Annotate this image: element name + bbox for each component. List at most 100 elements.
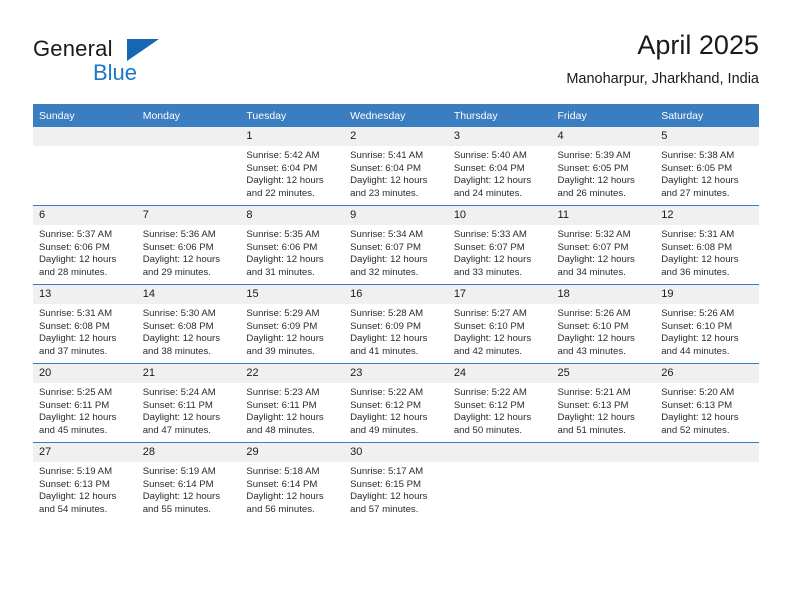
location-subtitle: Manoharpur, Jharkhand, India bbox=[566, 71, 759, 87]
day-number: 4 bbox=[551, 127, 656, 146]
day-details: Sunrise: 5:35 AM Sunset: 6:06 PM Dayligh… bbox=[240, 225, 344, 279]
daylight-text-line2: and 55 minutes. bbox=[142, 503, 211, 515]
sunrise-text: Sunrise: 5:27 AM bbox=[453, 308, 527, 319]
daylight-text-line1: Daylight: 12 hours bbox=[246, 175, 324, 187]
day-cell[interactable]: 3 Sunrise: 5:40 AM Sunset: 6:04 PM Dayli… bbox=[447, 127, 552, 206]
day-number bbox=[447, 443, 552, 462]
day-cell[interactable]: 22 Sunrise: 5:23 AM Sunset: 6:11 PM Dayl… bbox=[240, 363, 345, 443]
day-cell[interactable]: 5 Sunrise: 5:38 AM Sunset: 6:05 PM Dayli… bbox=[655, 127, 759, 206]
day-cell[interactable]: 28 Sunrise: 5:19 AM Sunset: 6:14 PM Dayl… bbox=[136, 442, 241, 521]
sunrise-text: Sunrise: 5:38 AM bbox=[661, 150, 735, 161]
day-details: Sunrise: 5:39 AM Sunset: 6:05 PM Dayligh… bbox=[552, 146, 656, 200]
general-blue-logo[interactable]: General Blue bbox=[33, 36, 263, 92]
day-cell[interactable]: 11 Sunrise: 5:32 AM Sunset: 6:07 PM Dayl… bbox=[551, 205, 656, 285]
sunset-text: Sunset: 6:04 PM bbox=[453, 162, 525, 174]
day-cell[interactable]: 20 Sunrise: 5:25 AM Sunset: 6:11 PM Dayl… bbox=[33, 363, 137, 443]
day-cell[interactable]: 1 Sunrise: 5:42 AM Sunset: 6:04 PM Dayli… bbox=[240, 127, 345, 206]
day-cell[interactable]: 23 Sunrise: 5:22 AM Sunset: 6:12 PM Dayl… bbox=[344, 363, 448, 443]
daylight-text-line2: and 38 minutes. bbox=[142, 345, 211, 357]
day-cell[interactable]: 6 Sunrise: 5:37 AM Sunset: 6:06 PM Dayli… bbox=[33, 205, 137, 285]
sunrise-text: Sunrise: 5:24 AM bbox=[142, 387, 216, 398]
day-cell[interactable]: 15 Sunrise: 5:29 AM Sunset: 6:09 PM Dayl… bbox=[240, 284, 345, 364]
day-details: Sunrise: 5:40 AM Sunset: 6:04 PM Dayligh… bbox=[448, 146, 552, 200]
day-cell[interactable]: 19 Sunrise: 5:26 AM Sunset: 6:10 PM Dayl… bbox=[655, 284, 759, 364]
sunrise-text: Sunrise: 5:22 AM bbox=[350, 387, 424, 398]
daylight-text-line1: Daylight: 12 hours bbox=[557, 412, 635, 424]
sunrise-text: Sunrise: 5:41 AM bbox=[350, 150, 424, 161]
day-cell[interactable]: 9 Sunrise: 5:34 AM Sunset: 6:07 PM Dayli… bbox=[344, 205, 448, 285]
day-cell[interactable]: 30 Sunrise: 5:17 AM Sunset: 6:15 PM Dayl… bbox=[344, 442, 448, 521]
day-cell[interactable]: 13 Sunrise: 5:31 AM Sunset: 6:08 PM Dayl… bbox=[33, 284, 137, 364]
daylight-text-line2: and 23 minutes. bbox=[350, 187, 419, 199]
day-details: Sunrise: 5:29 AM Sunset: 6:09 PM Dayligh… bbox=[240, 304, 344, 358]
day-cell[interactable]: 8 Sunrise: 5:35 AM Sunset: 6:06 PM Dayli… bbox=[240, 205, 345, 285]
sunrise-text: Sunrise: 5:23 AM bbox=[246, 387, 320, 398]
day-cell[interactable]: 24 Sunrise: 5:22 AM Sunset: 6:12 PM Dayl… bbox=[447, 363, 552, 443]
day-number: 5 bbox=[655, 127, 759, 146]
weekday-header-friday: Friday bbox=[551, 104, 656, 127]
sunrise-text: Sunrise: 5:19 AM bbox=[39, 466, 113, 477]
day-details: Sunrise: 5:18 AM Sunset: 6:14 PM Dayligh… bbox=[240, 462, 344, 516]
day-cell[interactable]: 12 Sunrise: 5:31 AM Sunset: 6:08 PM Dayl… bbox=[655, 205, 759, 285]
sunset-text: Sunset: 6:07 PM bbox=[350, 241, 422, 253]
daylight-text-line1: Daylight: 12 hours bbox=[661, 175, 739, 187]
triangle-icon bbox=[127, 39, 159, 61]
logo-text-blue: Blue bbox=[93, 60, 138, 85]
sunset-text: Sunset: 6:09 PM bbox=[246, 320, 318, 332]
day-cell[interactable]: 17 Sunrise: 5:27 AM Sunset: 6:10 PM Dayl… bbox=[447, 284, 552, 364]
day-number: 28 bbox=[136, 443, 241, 462]
day-cell[interactable]: 10 Sunrise: 5:33 AM Sunset: 6:07 PM Dayl… bbox=[447, 205, 552, 285]
daylight-text-line2: and 29 minutes. bbox=[142, 266, 211, 278]
day-details: Sunrise: 5:25 AM Sunset: 6:11 PM Dayligh… bbox=[33, 383, 137, 437]
daylight-text-line2: and 34 minutes. bbox=[557, 266, 626, 278]
daylight-text-line2: and 56 minutes. bbox=[246, 503, 315, 515]
calendar-week-row: 1 Sunrise: 5:42 AM Sunset: 6:04 PM Dayli… bbox=[33, 127, 759, 206]
day-cell[interactable]: 7 Sunrise: 5:36 AM Sunset: 6:06 PM Dayli… bbox=[136, 205, 241, 285]
day-number: 6 bbox=[33, 206, 137, 225]
sunset-text: Sunset: 6:08 PM bbox=[39, 320, 110, 332]
day-cell[interactable]: 2 Sunrise: 5:41 AM Sunset: 6:04 PM Dayli… bbox=[344, 127, 448, 206]
day-cell bbox=[33, 127, 137, 206]
daylight-text-line1: Daylight: 12 hours bbox=[39, 412, 117, 424]
weekday-header-row: Sunday Monday Tuesday Wednesday Thursday… bbox=[33, 104, 759, 127]
day-cell[interactable]: 29 Sunrise: 5:18 AM Sunset: 6:14 PM Dayl… bbox=[240, 442, 345, 521]
day-number: 2 bbox=[344, 127, 448, 146]
day-cell[interactable]: 14 Sunrise: 5:30 AM Sunset: 6:08 PM Dayl… bbox=[136, 284, 241, 364]
day-details: Sunrise: 5:23 AM Sunset: 6:11 PM Dayligh… bbox=[240, 383, 344, 437]
sunset-text: Sunset: 6:14 PM bbox=[142, 478, 214, 490]
sunrise-text: Sunrise: 5:28 AM bbox=[350, 308, 424, 319]
daylight-text-line2: and 50 minutes. bbox=[453, 424, 523, 436]
calendar-week-row: 27 Sunrise: 5:19 AM Sunset: 6:13 PM Dayl… bbox=[33, 442, 759, 521]
calendar-week-row: 20 Sunrise: 5:25 AM Sunset: 6:11 PM Dayl… bbox=[33, 363, 759, 443]
daylight-text-line2: and 47 minutes. bbox=[142, 424, 211, 436]
day-cell[interactable]: 16 Sunrise: 5:28 AM Sunset: 6:09 PM Dayl… bbox=[344, 284, 448, 364]
sunset-text: Sunset: 6:10 PM bbox=[453, 320, 525, 332]
sunrise-text: Sunrise: 5:30 AM bbox=[142, 308, 216, 319]
day-number: 16 bbox=[344, 285, 448, 304]
day-details: Sunrise: 5:27 AM Sunset: 6:10 PM Dayligh… bbox=[448, 304, 552, 358]
day-details: Sunrise: 5:22 AM Sunset: 6:12 PM Dayligh… bbox=[448, 383, 552, 437]
day-cell[interactable]: 27 Sunrise: 5:19 AM Sunset: 6:13 PM Dayl… bbox=[33, 442, 137, 521]
day-cell[interactable]: 18 Sunrise: 5:26 AM Sunset: 6:10 PM Dayl… bbox=[551, 284, 656, 364]
day-number: 11 bbox=[551, 206, 656, 225]
sunset-text: Sunset: 6:11 PM bbox=[142, 399, 213, 411]
day-cell[interactable]: 26 Sunrise: 5:20 AM Sunset: 6:13 PM Dayl… bbox=[655, 363, 759, 443]
daylight-text-line1: Daylight: 12 hours bbox=[453, 412, 532, 424]
day-cell[interactable]: 25 Sunrise: 5:21 AM Sunset: 6:13 PM Dayl… bbox=[551, 363, 656, 443]
sunset-text: Sunset: 6:06 PM bbox=[142, 241, 214, 253]
sunset-text: Sunset: 6:04 PM bbox=[246, 162, 318, 174]
sunrise-text: Sunrise: 5:40 AM bbox=[453, 150, 527, 161]
day-details: Sunrise: 5:26 AM Sunset: 6:10 PM Dayligh… bbox=[655, 304, 759, 358]
sunrise-text: Sunrise: 5:26 AM bbox=[557, 308, 631, 319]
sunset-text: Sunset: 6:06 PM bbox=[246, 241, 318, 253]
sunrise-text: Sunrise: 5:29 AM bbox=[246, 308, 320, 319]
daylight-text-line2: and 43 minutes. bbox=[557, 345, 626, 357]
day-number bbox=[551, 443, 656, 462]
daylight-text-line1: Daylight: 12 hours bbox=[246, 491, 324, 503]
sunrise-text: Sunrise: 5:39 AM bbox=[557, 150, 631, 161]
day-cell[interactable]: 21 Sunrise: 5:24 AM Sunset: 6:11 PM Dayl… bbox=[136, 363, 241, 443]
day-cell[interactable]: 4 Sunrise: 5:39 AM Sunset: 6:05 PM Dayli… bbox=[551, 127, 656, 206]
daylight-text-line2: and 51 minutes. bbox=[557, 424, 626, 436]
day-number: 3 bbox=[447, 127, 552, 146]
day-cell bbox=[655, 442, 759, 521]
